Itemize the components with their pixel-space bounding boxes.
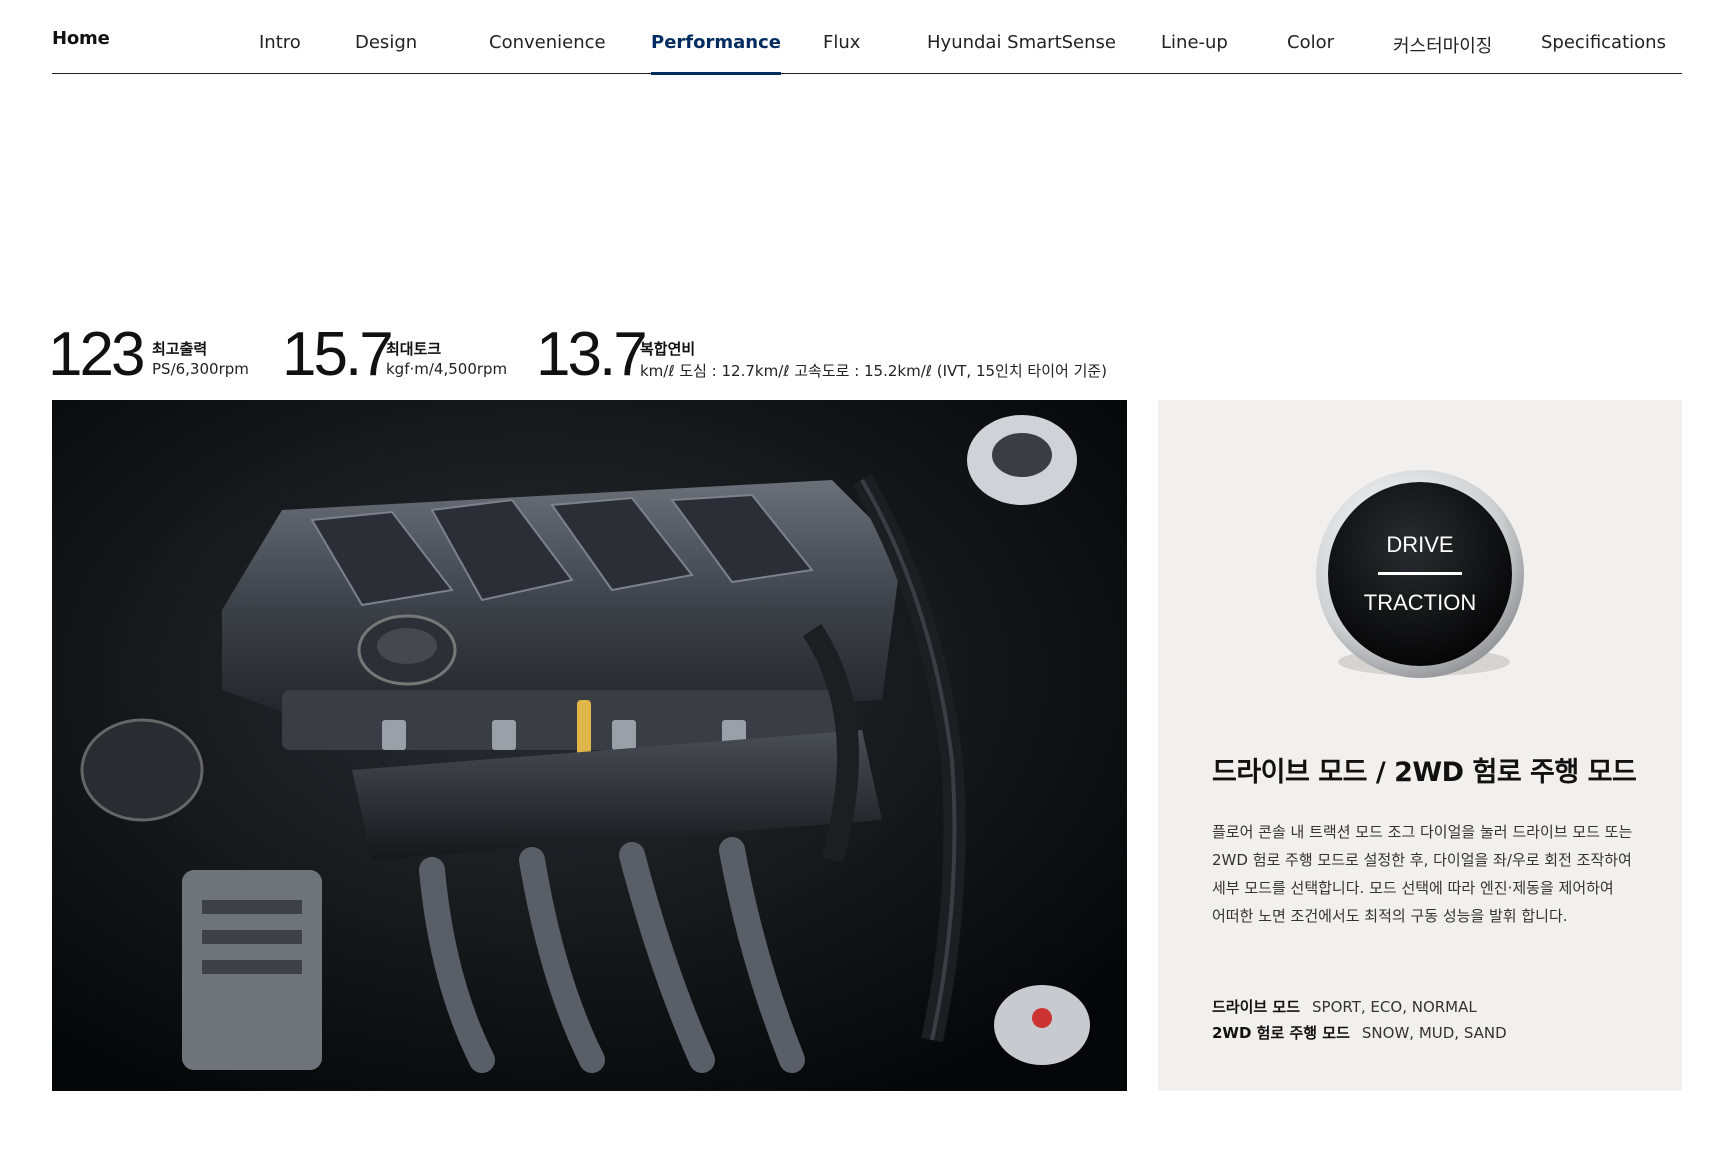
nav-item-intro[interactable]: Intro [259,32,301,74]
engine-photo [52,400,1127,1091]
nav-item-convenience[interactable]: Convenience [489,32,606,74]
spec-value: 15.7 [282,320,394,389]
spec-label: 복합연비 [640,340,696,358]
traction-dial-icon: DRIVE TRACTION [1308,466,1532,690]
knob-top-text: DRIVE [1386,532,1453,557]
nav-item-customizing[interactable]: 커스터마이징 [1393,32,1492,74]
drive-mode-panel: DRIVE TRACTION 드라이브 모드 / 2WD 험로 주행 모드 플로… [1158,400,1682,1091]
mode-row-drive: 드라이브 모드 SPORT, ECO, NORMAL [1212,996,1477,1017]
panel-description: 플로어 콘솔 내 트랙션 모드 조그 다이얼을 눌러 드라이브 모드 또는 2W… [1212,823,1633,925]
nav-item-flux[interactable]: Flux [823,32,860,74]
mode-row-2wd: 2WD 험로 주행 모드 SNOW, MUD, SAND [1212,1022,1507,1043]
page: Home Intro Design Convenience Performanc… [0,0,1714,1157]
spec-value: 13.7 [536,320,648,389]
spec-unit: kgf·m/4,500rpm [386,360,508,378]
nav-item-design[interactable]: Design [355,32,417,74]
spec-label: 최대토크 [386,340,442,358]
top-navigation: Home Intro Design Convenience Performanc… [52,0,1682,75]
spec-value: 123 [48,320,145,389]
nav-menu: Intro Design Convenience Performance Flu… [259,32,1682,75]
nav-item-smartsense[interactable]: Hyundai SmartSense [927,32,1116,74]
spec-unit: PS/6,300rpm [152,360,249,378]
panel-title: 드라이브 모드 / 2WD 험로 주행 모드 [1212,757,1637,788]
nav-item-performance[interactable]: Performance [651,32,781,75]
performance-specs: 123 최고출력 PS/6,300rpm 15.7 최대토크 kgf·m/4,5… [48,322,1148,388]
knob-bottom-text: TRACTION [1364,590,1476,615]
spec-unit: km/ℓ 도심 : 12.7km/ℓ 고속도로 : 15.2km/ℓ (IVT,… [640,362,1108,380]
nav-home-link[interactable]: Home [52,28,110,49]
nav-item-lineup[interactable]: Line-up [1161,32,1228,74]
spec-label: 최고출력 [152,340,208,358]
mode-key: 드라이브 모드 [1212,998,1301,1016]
mode-key: 2WD 험로 주행 모드 [1212,1024,1350,1042]
nav-item-color[interactable]: Color [1287,32,1334,74]
engine-illustration-icon [52,400,1127,1091]
nav-item-specifications[interactable]: Specifications [1541,32,1666,74]
mode-value: SPORT, ECO, NORMAL [1312,998,1477,1016]
mode-value: SNOW, MUD, SAND [1361,1024,1507,1042]
